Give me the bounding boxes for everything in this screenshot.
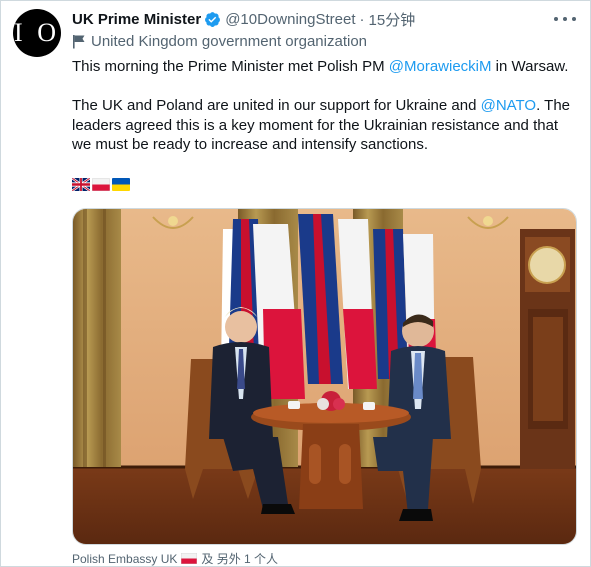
separator-dot: ·	[359, 10, 365, 28]
tweet-card: I O UK Prime Minister @10DowningStreet ·…	[0, 0, 591, 567]
tweet-header: UK Prime Minister @10DowningStreet · 15分…	[72, 9, 415, 29]
photo-scene	[73, 209, 576, 544]
display-name[interactable]: UK Prime Minister	[72, 11, 201, 28]
tagged-others[interactable]: 及 另外 1 个人	[201, 550, 278, 567]
tweet-text: This morning the Prime Minister met Poli…	[72, 57, 577, 155]
government-label-text: United Kingdom government organization	[91, 33, 367, 50]
poland-flag-icon	[181, 553, 198, 564]
flag-label-icon	[73, 35, 85, 49]
avatar[interactable]: I O	[13, 9, 61, 57]
poland-flag-icon	[92, 178, 110, 191]
tagged-people[interactable]: Polish Embassy UK 及 另外 1 个人	[72, 550, 278, 567]
mention-nato[interactable]: @NATO	[481, 97, 537, 114]
tweet-line-1: This morning the Prime Minister met Poli…	[72, 58, 569, 75]
mention-morawieckim[interactable]: @MorawieckiM	[389, 58, 492, 75]
uk-flag-icon	[72, 178, 90, 191]
tweet-paragraph-2: The UK and Poland are united in our supp…	[72, 97, 571, 153]
government-label[interactable]: United Kingdom government organization	[72, 33, 367, 50]
more-options-icon[interactable]	[554, 11, 576, 27]
handle[interactable]: @10DowningStreet	[225, 11, 355, 28]
tagged-account[interactable]: Polish Embassy UK	[72, 552, 177, 566]
flag-emojis	[72, 178, 130, 191]
avatar-logo-text: I O	[14, 18, 60, 47]
tweet-photo[interactable]	[72, 208, 577, 545]
timestamp[interactable]: 15分钟	[369, 9, 416, 30]
verified-badge-icon	[205, 11, 221, 27]
ukraine-flag-icon	[112, 178, 130, 191]
